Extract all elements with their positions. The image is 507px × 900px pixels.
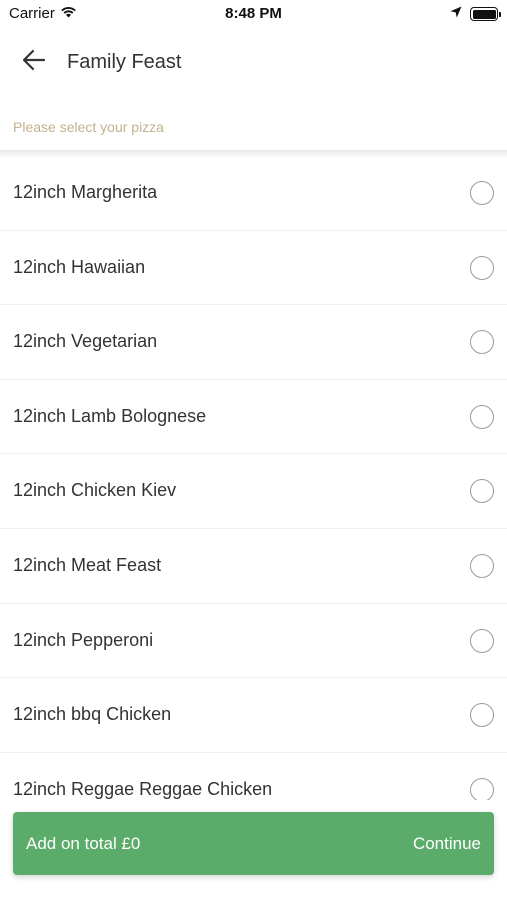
battery-icon bbox=[470, 7, 501, 21]
status-right-icons bbox=[450, 5, 501, 23]
pizza-option-label: 12inch Lamb Bolognese bbox=[13, 405, 207, 426]
pizza-option-label: 12inch Meat Feast bbox=[13, 554, 162, 575]
status-time: 8:48 PM bbox=[225, 5, 282, 22]
radio-button[interactable] bbox=[470, 479, 494, 504]
radio-button[interactable] bbox=[470, 330, 494, 355]
page-title: Family Feast bbox=[67, 51, 182, 73]
continue-button[interactable]: Continue bbox=[413, 834, 481, 854]
navigation-bar: Family Feast bbox=[0, 38, 507, 86]
battery-level bbox=[472, 9, 496, 19]
pizza-option-row[interactable]: 12inch Margherita bbox=[0, 156, 507, 231]
back-button[interactable] bbox=[14, 46, 54, 78]
selection-prompt: Please select your pizza bbox=[13, 119, 164, 135]
pizza-option-row[interactable]: 12inch Meat Feast bbox=[0, 529, 507, 604]
pizza-option-row[interactable]: 12inch Hawaiian bbox=[0, 231, 507, 306]
pizza-option-label: 12inch Pepperoni bbox=[13, 629, 154, 650]
pizza-option-label: 12inch bbq Chicken bbox=[13, 704, 172, 725]
add-on-total: Add on total £0 bbox=[26, 834, 141, 853]
pizza-option-row[interactable]: 12inch Vegetarian bbox=[0, 305, 507, 380]
pizza-option-label: 12inch Hawaiian bbox=[13, 256, 146, 277]
radio-button[interactable] bbox=[470, 703, 494, 728]
radio-button[interactable] bbox=[470, 553, 494, 578]
pizza-option-label: 12inch Chicken Kiev bbox=[13, 480, 177, 501]
radio-button[interactable] bbox=[470, 255, 494, 280]
pizza-option-row[interactable]: 12inch bbq Chicken bbox=[0, 678, 507, 753]
pizza-option-row[interactable]: 12inch Pepperoni bbox=[0, 604, 507, 679]
pizza-option-label: 12inch Margherita bbox=[13, 182, 158, 202]
continue-bar-button[interactable]: Add on total £0 Continue bbox=[13, 812, 494, 875]
pizza-option-label: 12inch Vegetarian bbox=[13, 331, 158, 352]
pizza-option-row[interactable]: 12inch Lamb Bolognese bbox=[0, 380, 507, 455]
radio-button[interactable] bbox=[470, 181, 494, 205]
radio-button[interactable] bbox=[470, 777, 494, 802]
pizza-option-list: 12inch Margherita 12inch Hawaiian 12inch… bbox=[0, 156, 507, 828]
pizza-option-label: 12inch Reggae Reggae Chicken bbox=[13, 778, 273, 799]
pizza-option-row[interactable]: 12inch Chicken Kiev bbox=[0, 454, 507, 529]
radio-button[interactable] bbox=[470, 628, 494, 653]
status-bar: Carrier 8:48 PM bbox=[0, 0, 507, 28]
location-arrow-icon bbox=[450, 5, 462, 23]
arrow-left-icon bbox=[22, 49, 46, 76]
radio-button[interactable] bbox=[470, 404, 494, 429]
